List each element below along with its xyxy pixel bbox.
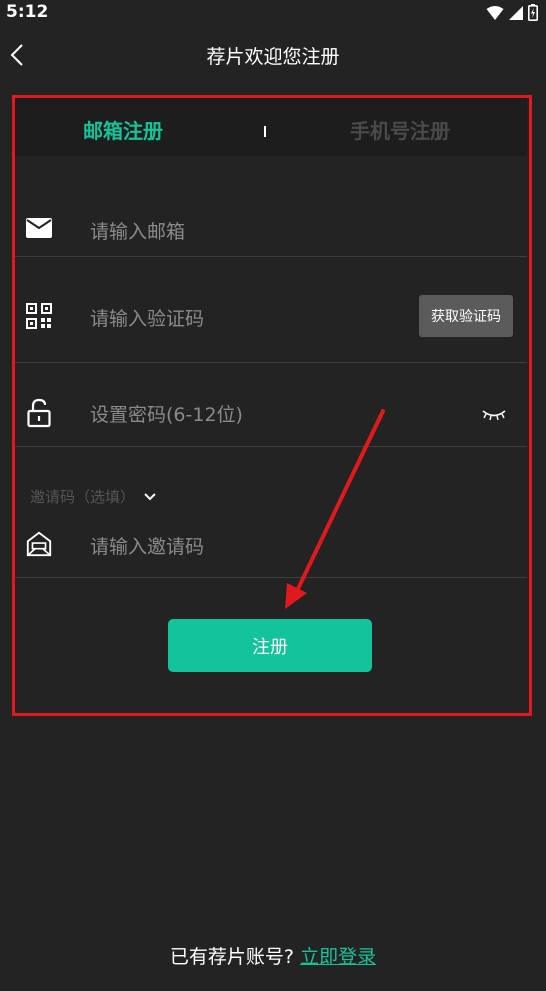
tab-phone-register[interactable]: 手机号注册 [350, 115, 450, 144]
login-link[interactable]: 立即登录 [300, 946, 376, 968]
cell-signal-icon [509, 5, 523, 20]
invite-code-field[interactable]: 请输入邀请码 [15, 518, 527, 578]
battery-icon [528, 4, 538, 21]
wifi-icon [486, 5, 504, 20]
page-title: 荐片欢迎您注册 [206, 46, 340, 68]
qr-code-icon [25, 302, 53, 330]
footer-text: 已有荐片账号? [169, 946, 295, 968]
status-time: 5:12 [6, 2, 49, 22]
unlock-icon [25, 398, 53, 428]
code-field[interactable]: 请输入验证码 获取验证码 [15, 257, 527, 363]
invite-code-placeholder: 请输入邀请码 [90, 536, 205, 558]
footer: 已有荐片账号? 立即登录 [0, 942, 546, 969]
status-bar: 5:12 [0, 0, 546, 26]
tab-email-register[interactable]: 邮箱注册 [83, 115, 163, 144]
invite-code-toggle[interactable]: 邀请码（选填） [30, 486, 157, 507]
tab-divider [264, 126, 266, 137]
password-field[interactable]: 设置密码(6-12位) [15, 363, 527, 447]
register-tabs: 邮箱注册 手机号注册 [15, 98, 527, 156]
invite-code-label: 邀请码（选填） [30, 488, 136, 506]
invite-envelope-icon [25, 530, 53, 558]
password-placeholder: 设置密码(6-12位) [90, 404, 243, 426]
status-icons [486, 4, 538, 21]
code-placeholder: 请输入验证码 [90, 308, 205, 330]
chevron-down-icon [144, 492, 156, 500]
password-divider [15, 446, 527, 447]
email-field[interactable]: 请输入邮箱 [15, 200, 527, 257]
get-code-button[interactable]: 获取验证码 [419, 295, 513, 337]
invite-code-divider [15, 577, 527, 578]
mail-icon [25, 214, 53, 242]
register-button[interactable]: 注册 [168, 619, 372, 672]
email-placeholder: 请输入邮箱 [90, 221, 186, 243]
nav-bar: 荐片欢迎您注册 [0, 26, 546, 86]
eye-closed-icon[interactable] [481, 407, 507, 421]
